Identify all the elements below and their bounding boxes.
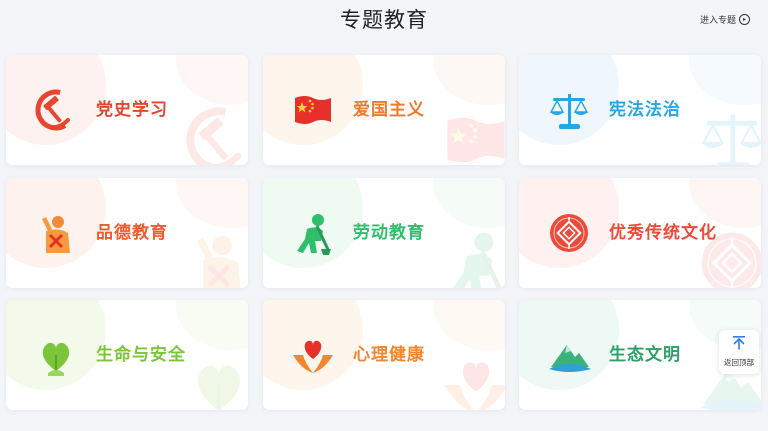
topic-card[interactable]: 品德教育 [6, 178, 248, 288]
page-title: 专题教育 [340, 8, 428, 32]
topic-label: 宪法法治 [609, 100, 681, 120]
green-mountain-icon [549, 345, 591, 372]
heart-plant-watermark-icon [198, 365, 240, 410]
play-circle-icon: ▸ [739, 14, 750, 25]
topic-card[interactable]: 心理健康 [263, 300, 505, 410]
card-decoration [176, 55, 248, 105]
heart-hands-icon [293, 340, 333, 373]
hammer-sickle-icon [35, 89, 77, 131]
arrow-up-icon [733, 336, 745, 350]
enter-topics-label: 进入专题 [699, 16, 736, 26]
topic-label: 爱国主义 [353, 100, 425, 120]
topic-card[interactable]: 宪法法治 [519, 55, 761, 165]
topic-label: 生命与安全 [96, 345, 186, 365]
card-decoration [689, 55, 761, 105]
topic-label: 优秀传统文化 [609, 223, 717, 243]
scales-icon [549, 94, 589, 129]
chinese-knot-icon [550, 214, 588, 252]
hammer-sickle-watermark-icon [186, 107, 248, 165]
card-decoration [433, 178, 505, 228]
section-header: 专题教育 进入专题 ▸ [0, 0, 768, 40]
topic-label: 生态文明 [609, 345, 681, 365]
worker-digging-icon [297, 214, 331, 255]
saluting-person-watermark-icon [196, 235, 241, 288]
heart-plant-icon [42, 342, 70, 376]
card-decoration [176, 178, 248, 228]
topic-label: 品德教育 [96, 223, 168, 243]
enter-topics-link[interactable]: 进入专题 ▸ [700, 13, 750, 26]
scales-watermark-icon [701, 114, 761, 165]
topic-card[interactable]: 爱国主义 [263, 55, 505, 165]
worker-digging-watermark-icon [452, 232, 502, 288]
china-flag-watermark-icon [447, 117, 505, 163]
china-flag-icon [295, 96, 331, 124]
heart-hands-watermark-icon [444, 362, 505, 410]
back-to-top-button[interactable]: 返回顶部 [719, 330, 759, 374]
card-decoration [433, 300, 505, 350]
topic-label: 心理健康 [353, 345, 425, 365]
topic-card[interactable]: 党史学习 [6, 55, 248, 165]
topic-label: 劳动教育 [353, 223, 425, 243]
saluting-person-icon [42, 216, 70, 253]
topic-card[interactable]: 优秀传统文化 [519, 178, 761, 288]
topic-label: 党史学习 [96, 100, 168, 120]
card-decoration [433, 55, 505, 105]
back-to-top-label: 返回顶部 [724, 358, 754, 367]
topic-card[interactable]: 生命与安全 [6, 300, 248, 410]
card-decoration [176, 300, 248, 350]
topic-card[interactable]: 劳动教育 [263, 178, 505, 288]
